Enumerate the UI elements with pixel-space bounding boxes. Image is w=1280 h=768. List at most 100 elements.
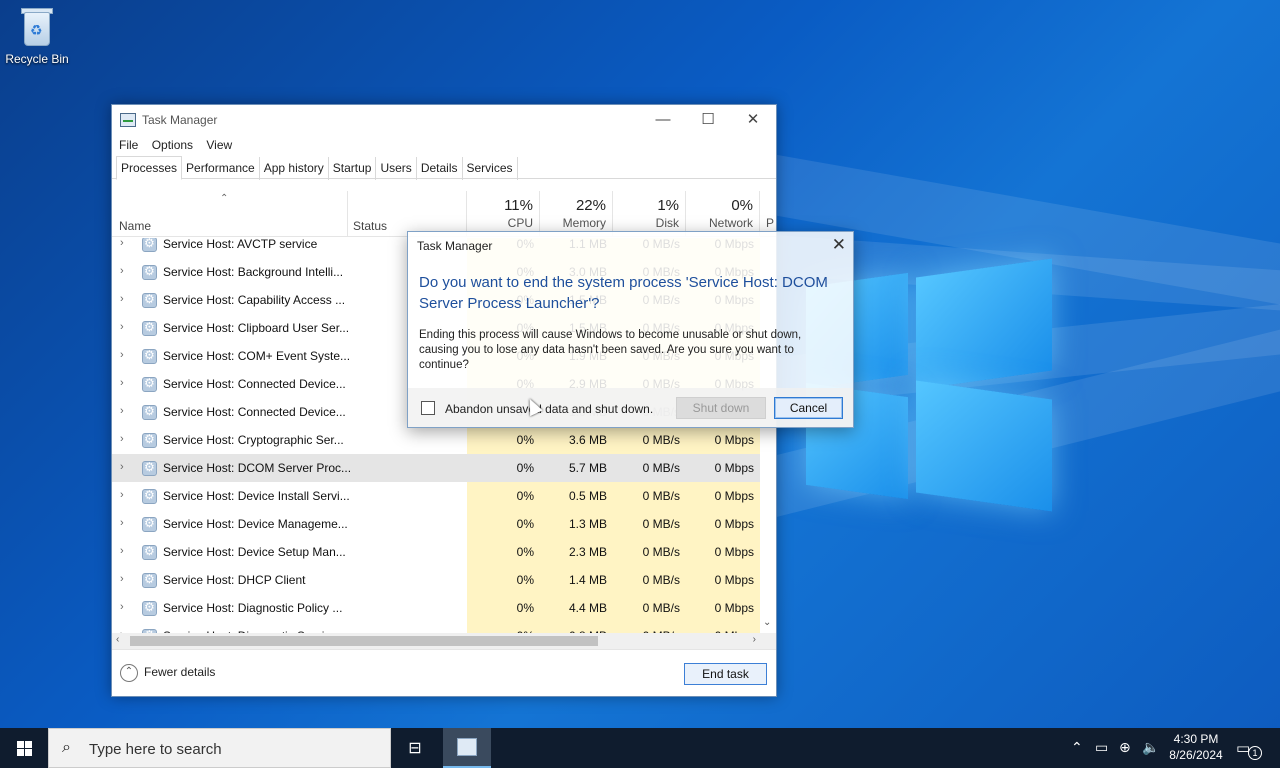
expand-chevron-icon[interactable]: › [120,405,124,417]
network-label: Network [708,216,753,230]
process-disk: 0 MB/s [613,622,686,633]
process-memory: 4.4 MB [540,594,613,622]
process-network: 0 Mbps [686,538,760,566]
process-memory: 0.8 MB [540,622,613,633]
menu-bar: File Options View [112,135,776,155]
service-host-icon [142,376,157,392]
expand-chevron-icon[interactable]: › [120,321,124,333]
abandon-data-label[interactable]: Abandon unsaved data and shut down. [445,402,653,416]
process-name: Service Host: Background Intelli... [163,265,344,279]
service-host-icon [142,238,157,252]
tab-app-history[interactable]: App history [260,157,329,180]
process-name: Service Host: Device Manageme... [163,517,348,531]
fewer-details-button[interactable]: ⌃ Fewer details [120,664,215,682]
taskbar-task-manager-button[interactable] [443,728,491,768]
expand-chevron-icon[interactable]: › [120,293,124,305]
taskbar-search-box[interactable]: ⌕ Type here to search [48,728,391,768]
task-manager-icon [120,113,136,127]
expand-chevron-icon[interactable]: › [120,573,124,585]
tab-services[interactable]: Services [463,157,518,180]
taskbar-clock[interactable]: 4:30 PM 8/26/2024 [1164,731,1228,763]
power-label: P [765,216,774,230]
process-cpu: 0% [467,426,540,454]
table-row[interactable]: › Service Host: Diagnostic Policy ... 0%4.… [112,594,760,622]
process-disk: 0 MB/s [613,510,686,538]
expand-chevron-icon[interactable]: › [120,461,124,473]
process-name: Service Host: Clipboard User Ser... [163,321,350,335]
service-host-icon [142,600,157,616]
service-host-icon [142,292,157,308]
process-cpu: 0% [467,594,540,622]
expand-chevron-icon[interactable]: › [120,238,124,249]
tablet-icon[interactable]: ▭ [1095,739,1108,756]
process-disk: 0 MB/s [613,538,686,566]
expand-chevron-icon[interactable]: › [120,265,124,277]
menu-file[interactable]: File [119,135,138,155]
process-disk: 0 MB/s [613,426,686,454]
show-hidden-icons-chevron-icon[interactable]: ⌃ [1071,739,1083,756]
table-row[interactable]: › Service Host: Device Setup Man... 0%2.3 … [112,538,760,566]
menu-view[interactable]: View [206,135,232,155]
start-button[interactable] [0,728,48,768]
windows-start-icon [17,741,33,756]
table-row[interactable]: › Service Host: Device Install Servi... 0%… [112,482,760,510]
process-disk: 0 MB/s [613,566,686,594]
process-network: 0 Mbps [686,454,760,482]
abandon-data-checkbox[interactable] [421,401,435,415]
close-button[interactable]: ✕ [730,105,776,135]
horizontal-scroll-thumb[interactable] [130,636,598,646]
table-row-selected[interactable]: › Service Host: DCOM Server Proc... 0%5.7 … [112,454,760,482]
scroll-down-arrow-icon[interactable]: ⌄ [763,617,771,628]
end-process-dialog: Task Manager ✕ Do you want to end the sy… [407,231,854,428]
table-row[interactable]: › Service Host: DHCP Client 0%1.4 MB0 MB/s… [112,566,760,594]
process-cpu: 0% [467,566,540,594]
menu-options[interactable]: Options [152,135,193,155]
title-bar[interactable]: Task Manager — ☐ ✕ [112,105,776,135]
process-memory: 1.3 MB [540,510,613,538]
process-name: Service Host: DHCP Client [163,573,306,587]
process-name: Service Host: Diagnostic Policy ... [163,601,343,615]
end-task-button[interactable]: End task [684,663,767,685]
tab-processes[interactable]: Processes [116,156,183,180]
network-globe-icon[interactable]: ⊕ [1119,739,1131,756]
process-name: Service Host: COM+ Event Syste... [163,349,351,363]
shut-down-button[interactable]: Shut down [676,397,766,419]
service-host-icon [142,432,157,448]
table-row[interactable]: › Service Host: Device Manageme... 0%1.3 M… [112,510,760,538]
expand-chevron-icon[interactable]: › [120,545,124,557]
expand-chevron-icon[interactable]: › [120,377,124,389]
tab-performance[interactable]: Performance [182,157,260,180]
cancel-button[interactable]: Cancel [774,397,843,419]
process-cpu: 0% [467,510,540,538]
volume-muted-icon[interactable]: 🔈 [1142,739,1159,756]
horizontal-scrollbar[interactable]: ‹ › [112,633,776,649]
expand-chevron-icon[interactable]: › [120,489,124,501]
taskbar: ⌕ Type here to search ⊟ ⌃ ▭ ⊕ 🔈 4:30 PM … [0,728,1280,768]
dialog-close-icon[interactable]: ✕ [832,235,846,255]
tab-details[interactable]: Details [417,157,463,180]
process-memory: 2.3 MB [540,538,613,566]
expand-chevron-icon[interactable]: › [120,517,124,529]
process-network: 0 Mbps [686,426,760,454]
recycle-bin-shortcut[interactable]: ♻ Recycle Bin [4,6,70,66]
process-cpu: 0% [467,454,540,482]
process-name: Service Host: Connected Device... [163,377,346,391]
expand-chevron-icon[interactable]: › [120,433,124,445]
minimize-button[interactable]: — [640,105,686,135]
process-memory: 5.7 MB [540,454,613,482]
process-network: 0 Mbps [686,622,760,633]
scroll-right-arrow-icon[interactable]: › [753,634,756,645]
process-name: Service Host: Device Setup Man... [163,545,346,559]
scroll-left-arrow-icon[interactable]: ‹ [116,634,119,645]
tab-users[interactable]: Users [376,157,417,180]
table-row[interactable]: › Service Host: Cryptographic Ser... 0%3.6… [112,426,760,454]
maximize-button[interactable]: ☐ [685,105,731,135]
table-row[interactable]: ›Service Host: Diagnostic Service...0%0.… [112,622,760,633]
expand-chevron-icon[interactable]: › [120,349,124,361]
action-center-icon[interactable]: ▭ 1 [1236,739,1262,760]
expand-chevron-icon[interactable]: › [120,601,124,613]
process-name: Service Host: AVCTP service [163,238,318,251]
tab-startup[interactable]: Startup [329,157,377,180]
task-view-icon[interactable]: ⊟ [404,738,426,758]
process-cpu: 0% [467,482,540,510]
